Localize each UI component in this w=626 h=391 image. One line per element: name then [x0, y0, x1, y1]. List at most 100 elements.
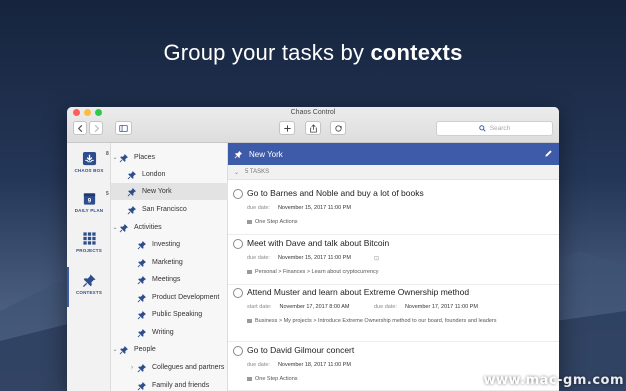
pin-icon	[137, 310, 147, 319]
sidebar-icon	[119, 124, 128, 132]
task-path-text: One Step Actions	[255, 219, 298, 225]
pin-icon	[137, 275, 147, 284]
sidebar-item-public-speaking[interactable]: Public Speaking	[111, 306, 228, 323]
task-count: 5 TASKS	[245, 169, 270, 175]
pin-icon	[137, 293, 147, 302]
sidebar-group-label: People	[134, 346, 156, 353]
task-row[interactable]: Attend Muster and learn about Extreme Ow…	[228, 287, 559, 342]
sidebar-item-label: Writing	[152, 329, 174, 336]
sidebar-item-family-and-friends[interactable]: Family and friends	[111, 377, 228, 391]
task-checkbox[interactable]	[233, 239, 243, 249]
back-button[interactable]	[73, 121, 87, 135]
chevron-right-icon[interactable]: ›	[127, 365, 137, 371]
task-row[interactable]: Go to Barnes and Noble and buy a lot of …	[228, 188, 559, 235]
chevron-down-icon: ⌄	[112, 155, 118, 161]
sidebar-item-marketing[interactable]: Marketing	[111, 254, 228, 271]
sidebar-group-label: Places	[134, 154, 156, 161]
start-value: November 17, 2017 8:00 AM	[279, 304, 350, 310]
due-label: due date:	[374, 304, 397, 310]
section-projects[interactable]: PROJECTS	[67, 231, 111, 253]
watermark: www.mac-gm.com	[483, 373, 624, 388]
sidebar-item-label: Meetings	[152, 276, 181, 283]
due-label: due date:	[247, 362, 270, 368]
task-path-text: Business > My projects > Introduce Extre…	[255, 318, 497, 324]
pin-icon	[119, 345, 129, 354]
sidebar-group-activities[interactable]: ⌄ Activities	[111, 219, 228, 236]
sidebar-item-label: Product Development	[152, 294, 220, 301]
sidebar-item-new-york[interactable]: New York	[111, 183, 228, 200]
task-count-bar[interactable]: ⌄ 5 TASKS	[228, 165, 559, 180]
pin-icon	[82, 274, 96, 288]
sidebar-item-investing[interactable]: Investing	[111, 236, 228, 253]
share-button[interactable]	[305, 121, 321, 135]
section-chaos-box[interactable]: 8 CHAOS BOX	[67, 151, 111, 173]
add-task-button[interactable]	[279, 121, 295, 135]
pin-icon	[127, 170, 137, 179]
sidebar-item-label: London	[142, 171, 166, 178]
chevron-right-icon	[94, 124, 99, 132]
sidebar-item-label: Public Speaking	[152, 311, 203, 318]
task-list-panel: New York ⌄ 5 TASKS Go to Barnes and Nobl…	[228, 143, 559, 391]
sidebar-item-label: San Francisco	[142, 206, 187, 213]
task-path-text: Personal > Finances > Learn about crypto…	[255, 269, 379, 275]
sync-button[interactable]	[330, 121, 346, 135]
search-field[interactable]: Search	[436, 121, 553, 136]
daily-plan-badge: 5	[106, 191, 109, 197]
sidebar-item-label: Collegues and partners	[152, 364, 225, 371]
section-daily-plan[interactable]: 5 9 DAILY PLAN	[67, 191, 111, 213]
sidebar-item-writing[interactable]: Writing	[111, 324, 228, 341]
task-due: due date: November 17, 2017 11:00 PM	[374, 304, 478, 310]
task-row[interactable]: Meet with Dave and talk about Bitcoin du…	[228, 238, 559, 285]
task-title: Go to David Gilmour concert	[247, 345, 355, 355]
task-due: due date: November 15, 2017 11:00 PM	[247, 255, 351, 261]
forward-button[interactable]	[89, 121, 103, 135]
pencil-icon[interactable]	[544, 149, 553, 158]
task-checkbox[interactable]	[233, 346, 243, 356]
task-title: Go to Barnes and Noble and buy a lot of …	[247, 188, 424, 198]
sidebar-group-places[interactable]: ⌄ Places	[111, 149, 228, 166]
sidebar-item-london[interactable]: London	[111, 166, 228, 183]
pin-icon	[119, 223, 129, 232]
sidebar-item-label: New York	[142, 188, 172, 195]
due-value: November 15, 2017 11:00 PM	[277, 205, 351, 211]
sidebar-item-label: Family and friends	[152, 382, 210, 389]
chevron-down-icon: ⌄	[234, 169, 240, 176]
due-value: November 18, 2017 11:00 PM	[277, 362, 351, 368]
section-label: PROJECTS	[76, 248, 102, 253]
pin-icon	[137, 328, 147, 337]
due-value: November 17, 2017 11:00 PM	[404, 304, 478, 310]
share-icon	[309, 123, 317, 133]
grid-icon	[82, 232, 96, 245]
task-title: Attend Muster and learn about Extreme Ow…	[247, 287, 470, 297]
sidebar-item-meetings[interactable]: Meetings	[111, 271, 228, 288]
due-label: due date:	[247, 205, 270, 211]
context-title: New York	[249, 149, 283, 159]
sidebar-item-san-francisco[interactable]: San Francisco	[111, 201, 228, 218]
pin-icon	[137, 381, 147, 390]
task-path: Personal > Finances > Learn about crypto…	[247, 268, 537, 276]
folder-icon	[247, 318, 252, 323]
task-due: due date: November 15, 2017 11:00 PM	[247, 205, 351, 211]
sidebar-group-people[interactable]: ⌄ People	[111, 341, 228, 358]
chevron-down-icon: ⌄	[112, 225, 118, 231]
context-header: New York	[228, 143, 559, 165]
headline: Group your tasks by contexts	[0, 40, 626, 66]
task-checkbox[interactable]	[233, 288, 243, 298]
pin-icon	[137, 363, 147, 372]
plus-icon	[283, 124, 291, 132]
task-checkbox[interactable]	[233, 189, 243, 199]
headline-prefix: Group your tasks by	[163, 40, 371, 65]
sidebar-item-label: Marketing	[152, 259, 183, 266]
chaos-box-badge: 8	[106, 151, 109, 157]
section-label: CHAOS BOX	[74, 168, 104, 173]
section-label: CONTEXTS	[75, 290, 103, 295]
chevron-left-icon	[77, 124, 82, 132]
sidebar-item-collegues-and-partners[interactable]: › Collegues and partners	[111, 359, 228, 376]
section-contexts[interactable]: CONTEXTS	[67, 273, 111, 295]
sidebar-item-product-development[interactable]: Product Development	[111, 289, 228, 306]
search-icon	[478, 125, 486, 132]
task-title: Meet with Dave and talk about Bitcoin	[247, 238, 390, 248]
sidebar-group-label: Activities	[134, 224, 162, 231]
window-title: Chaos Control	[290, 109, 336, 116]
toggle-sidebar-button[interactable]	[115, 121, 132, 135]
